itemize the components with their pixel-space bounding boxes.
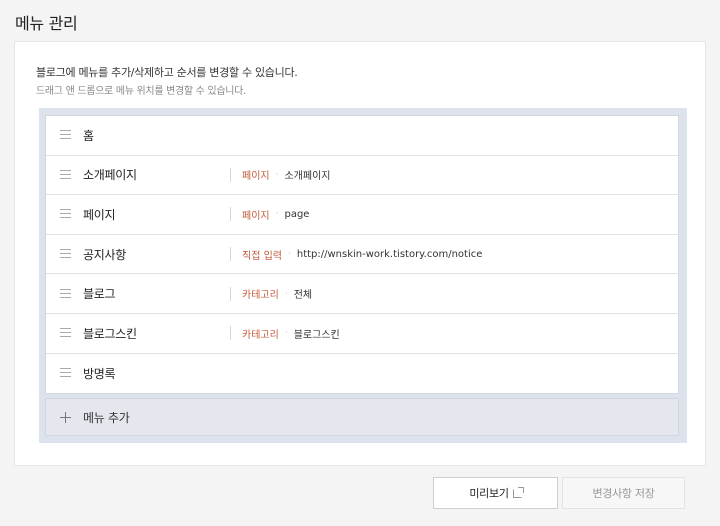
add-menu-label: 메뉴 추가: [83, 410, 130, 425]
menu-item-target: 블로그스킨: [293, 329, 340, 341]
menu-item-name: 소개페이지: [83, 168, 137, 183]
menu-item[interactable]: 소개페이지 페이지 · 소개페이지: [46, 156, 678, 196]
menu-item-name: 페이지: [83, 207, 116, 222]
menu-item-name: 홈: [83, 128, 94, 143]
external-link-icon: [512, 486, 524, 498]
menu-settings-card: 블로그에 메뉴를 추가/삭제하고 순서를 변경할 수 있습니다. 드래그 앤 드…: [14, 41, 706, 466]
preview-button[interactable]: 미리보기: [433, 477, 558, 509]
plus-icon: [60, 412, 71, 423]
menu-item-separator: ·: [275, 209, 279, 220]
page-title: 메뉴 관리: [15, 14, 78, 33]
menu-item-meta: 페이지 · 소개페이지: [230, 167, 331, 183]
menu-item[interactable]: 홈: [46, 116, 678, 156]
drag-handle-icon[interactable]: [60, 209, 71, 219]
menu-item-meta: 페이지 · page: [230, 207, 310, 222]
menu-item-target: page: [284, 208, 310, 220]
menu-item[interactable]: 페이지 페이지 · page: [46, 195, 678, 235]
menu-item-meta: 카테고리 · 블로그스킨: [230, 326, 340, 341]
menu-item-target: 전체: [293, 290, 313, 302]
description-sub: 드래그 앤 드롭으로 메뉴 위치를 변경할 수 있습니다.: [36, 86, 246, 97]
menu-area: 홈 소개페이지 페이지 · 소개페이지 페이지 페이지 · page 공지사항 직접 입력 · http…: [39, 108, 687, 443]
menu-item-type: 카테고리: [242, 329, 279, 341]
add-menu-button[interactable]: 메뉴 추가: [45, 398, 679, 436]
menu-item-type: 페이지: [242, 171, 270, 183]
menu-item-name: 방명록: [83, 366, 116, 381]
menu-item-type: 페이지: [242, 210, 270, 222]
drag-handle-icon[interactable]: [60, 328, 71, 338]
menu-item-type: 카테고리: [242, 290, 279, 302]
drag-handle-icon[interactable]: [60, 368, 71, 378]
menu-item-target: http://wnskin-work.tistory.com/notice: [296, 248, 483, 260]
menu-item-separator: ·: [284, 288, 288, 299]
menu-item-separator: ·: [284, 328, 288, 339]
description-main: 블로그에 메뉴를 추가/삭제하고 순서를 변경할 수 있습니다.: [36, 66, 298, 79]
drag-handle-icon[interactable]: [60, 130, 71, 140]
menu-item-type: 직접 입력: [242, 250, 282, 262]
menu-item-name: 공지사항: [83, 247, 126, 262]
menu-item-separator: ·: [287, 249, 291, 260]
menu-item-meta: 카테고리 · 전체: [230, 286, 313, 302]
menu-item-separator: ·: [275, 169, 279, 180]
menu-list: 홈 소개페이지 페이지 · 소개페이지 페이지 페이지 · page 공지사항 직접 입력 · http…: [45, 115, 679, 395]
menu-item-name: 블로그스킨: [83, 326, 137, 341]
drag-handle-icon[interactable]: [60, 288, 71, 299]
menu-item-meta: 직접 입력 · http://wnskin-work.tistory.com/not…: [230, 247, 483, 262]
menu-item-name: 블로그: [83, 287, 116, 302]
preview-label: 미리보기: [469, 487, 509, 500]
menu-item-target: 소개페이지: [284, 171, 331, 183]
menu-item[interactable]: 블로그스킨 카테고리 · 블로그스킨: [46, 314, 678, 354]
drag-handle-icon[interactable]: [60, 249, 71, 259]
menu-item[interactable]: 공지사항 직접 입력 · http://wnskin-work.tistory.com…: [46, 235, 678, 275]
save-label: 변경사항 저장: [592, 487, 655, 500]
menu-item[interactable]: 블로그 카테고리 · 전체: [46, 274, 678, 314]
save-changes-button[interactable]: 변경사항 저장: [562, 477, 685, 509]
menu-item[interactable]: 방명록: [46, 354, 678, 394]
drag-handle-icon[interactable]: [60, 169, 71, 180]
